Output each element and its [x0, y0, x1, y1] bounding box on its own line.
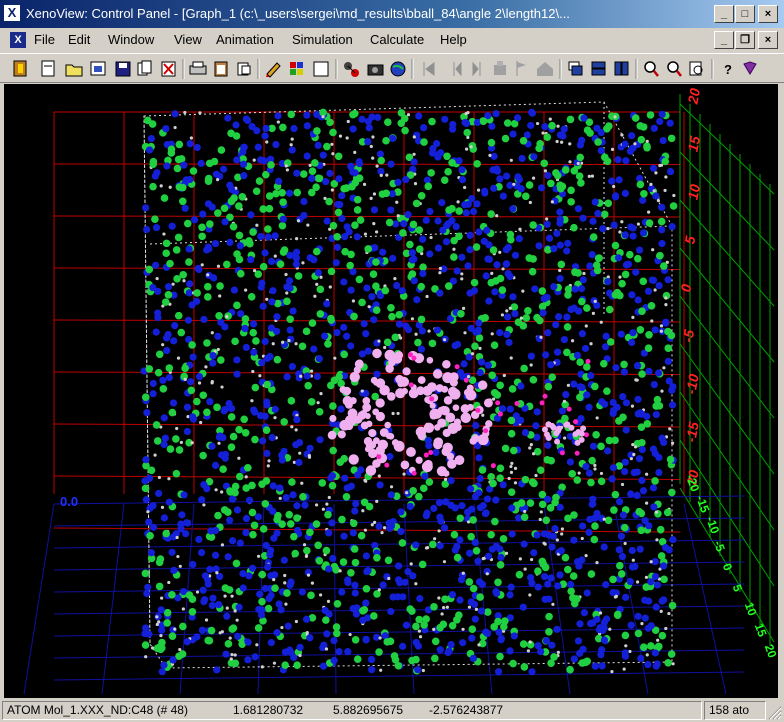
mdi-close-button[interactable]: ×	[758, 31, 778, 49]
z-tick-label: 10	[684, 182, 704, 202]
print-icon[interactable]	[189, 61, 207, 75]
exit-icon[interactable]	[13, 60, 27, 77]
open-icon[interactable]	[65, 64, 83, 77]
floor-grid	[23, 495, 745, 695]
axis-label-left: 0.0	[60, 494, 79, 509]
molecule-scene[interactable]	[4, 84, 778, 698]
step-forward-icon[interactable]	[472, 61, 481, 77]
mdi-minimize-button[interactable]: _	[714, 31, 734, 49]
copy-icon[interactable]	[137, 60, 152, 76]
status-y: 5.882695675	[333, 703, 404, 717]
z-tick-label: -5	[679, 328, 698, 344]
gem-icon[interactable]	[743, 61, 757, 75]
tile-icon[interactable]	[568, 61, 583, 76]
menu-bar: X File Edit Window View Animation Simula…	[0, 28, 784, 52]
camera-icon[interactable]	[367, 64, 384, 76]
status-atom-panel: ATOM Mol_1.XXX_ND:C48 (# 48) 1.681280732…	[2, 701, 702, 720]
toolbar: ?	[0, 53, 784, 83]
box-icon[interactable]	[313, 61, 329, 77]
pencil-icon[interactable]	[266, 62, 281, 78]
step-back-icon[interactable]	[453, 61, 462, 77]
zoom-page-icon[interactable]	[689, 61, 703, 76]
import-icon[interactable]	[90, 61, 106, 76]
toolbar-icons: ?	[13, 59, 757, 79]
maximize-button[interactable]: □	[735, 5, 755, 23]
status-atom: ATOM Mol_1.XXX_ND:C48 (# 48)	[7, 703, 188, 717]
menu-view[interactable]: View	[174, 32, 202, 47]
app-icon[interactable]: X	[4, 5, 20, 21]
molecule-icon[interactable]	[344, 62, 359, 77]
status-bar: ATOM Mol_1.XXX_ND:C48 (# 48) 1.681280732…	[0, 699, 784, 722]
menu-edit[interactable]: Edit	[68, 32, 90, 47]
color-grid-icon[interactable]	[290, 62, 303, 75]
menu-simulation[interactable]: Simulation	[292, 32, 353, 47]
document-icon[interactable]: X	[10, 32, 26, 48]
mdi-restore-button[interactable]: ❐	[735, 31, 755, 49]
flag-icon[interactable]	[516, 61, 526, 76]
cascade-icon[interactable]	[591, 61, 606, 76]
globe-icon[interactable]	[390, 61, 406, 77]
delete-icon[interactable]	[161, 61, 176, 77]
menu-window[interactable]: Window	[108, 32, 154, 47]
new-icon[interactable]	[41, 60, 55, 77]
clipboard-icon[interactable]	[214, 61, 228, 77]
help-icon[interactable]: ?	[724, 62, 732, 77]
status-x: 1.681280732	[233, 703, 304, 717]
close-button[interactable]: ×	[758, 5, 778, 23]
resize-grip-icon[interactable]	[768, 706, 782, 720]
status-count: 158 ato	[704, 701, 766, 720]
menu-animation[interactable]: Animation	[216, 32, 274, 47]
step-first-icon[interactable]	[423, 62, 435, 76]
build-icon[interactable]	[494, 61, 506, 75]
zoom-in-icon[interactable]	[644, 61, 659, 77]
status-z: -2.576243877	[429, 703, 504, 717]
z-tick-label: 20	[684, 86, 704, 106]
zoom-out-icon[interactable]	[667, 61, 682, 77]
minimize-button[interactable]: _	[714, 5, 734, 23]
menu-calculate[interactable]: Calculate	[370, 32, 424, 47]
molecule-viewport[interactable]: 20 15 10 5 0 -5 -10 -15 -20 -20 -15 -10 -5 0 5 10 15 20 …	[4, 84, 778, 698]
columns-icon[interactable]	[614, 61, 629, 76]
z-tick-label: 15	[684, 134, 704, 154]
svg-text:?: ?	[724, 62, 732, 77]
menu-file[interactable]: File	[34, 32, 55, 47]
title-bar: X XenoView: Control Panel - [Graph_1 (c:…	[0, 0, 784, 28]
home-icon[interactable]	[537, 62, 553, 76]
window-title: XenoView: Control Panel - [Graph_1 (c:\_…	[26, 6, 570, 21]
cut-icon[interactable]	[237, 62, 251, 76]
save-icon[interactable]	[115, 61, 131, 77]
menu-help[interactable]: Help	[440, 32, 467, 47]
